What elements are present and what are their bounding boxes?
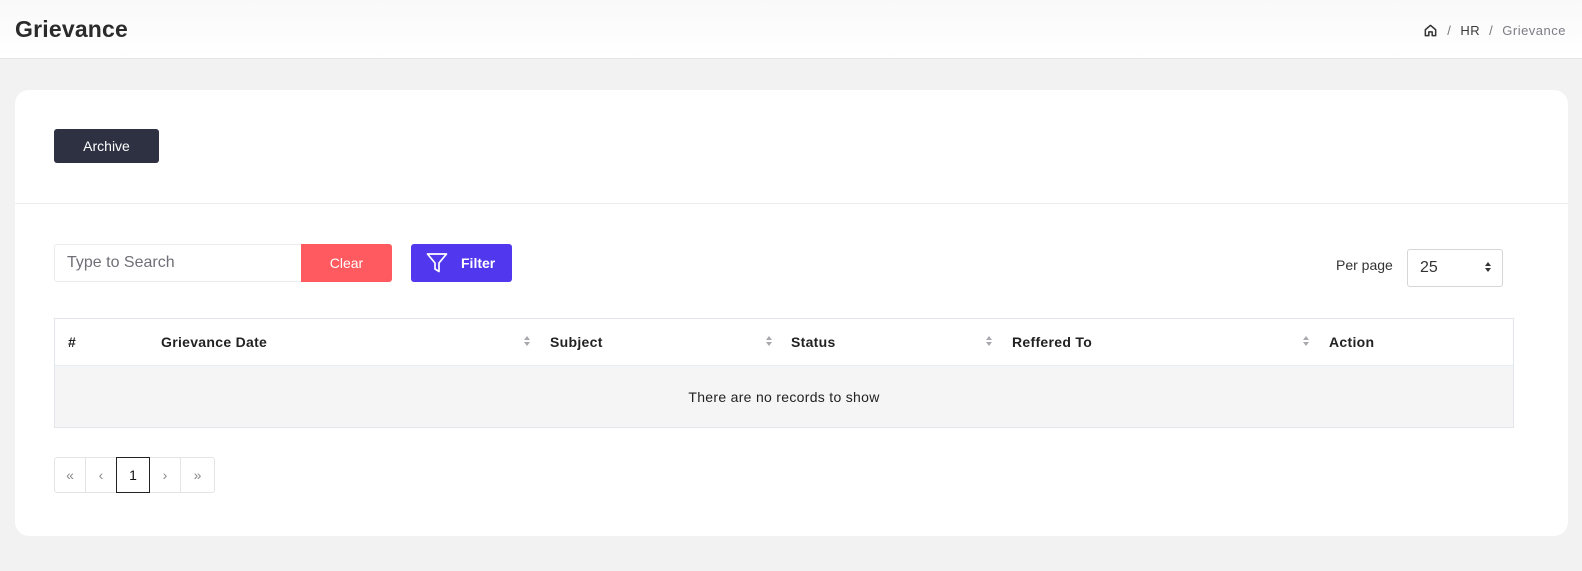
- select-arrows-icon: [1485, 262, 1491, 272]
- column-header-number: #: [68, 334, 77, 350]
- sort-icon[interactable]: [524, 336, 530, 346]
- home-icon[interactable]: [1423, 23, 1438, 38]
- prev-page-button[interactable]: ‹: [85, 457, 117, 493]
- breadcrumb-separator: /: [1447, 23, 1452, 38]
- sort-icon[interactable]: [766, 336, 772, 346]
- funnel-icon: [425, 251, 449, 275]
- first-page-button[interactable]: «: [54, 457, 86, 493]
- column-header-subject[interactable]: Subject: [550, 319, 603, 365]
- per-page-select[interactable]: 25: [1407, 249, 1503, 287]
- top-header: Grievance / HR / Grievance: [0, 0, 1582, 59]
- last-page-button[interactable]: »: [180, 457, 215, 493]
- filter-button[interactable]: Filter: [411, 244, 512, 282]
- column-header-reffered-to[interactable]: Reffered To: [1012, 319, 1092, 365]
- card-divider: [15, 203, 1568, 204]
- table-header: # Grievance Date Subject Status Reffered…: [55, 319, 1513, 366]
- sort-icon[interactable]: [1303, 336, 1309, 346]
- clear-button[interactable]: Clear: [301, 244, 392, 282]
- breadcrumb-item-hr[interactable]: HR: [1460, 23, 1480, 38]
- page-button-1[interactable]: 1: [116, 457, 150, 493]
- per-page-value: 25: [1420, 259, 1438, 276]
- column-header-grievance-date[interactable]: Grievance Date: [161, 319, 267, 365]
- grievance-table: # Grievance Date Subject Status Reffered…: [54, 318, 1514, 428]
- page-title: Grievance: [15, 16, 129, 42]
- per-page-label: Per page: [1336, 257, 1393, 273]
- search-input[interactable]: [54, 244, 302, 282]
- empty-message: There are no records to show: [55, 366, 1513, 427]
- column-header-action: Action: [1329, 334, 1375, 350]
- sort-icon[interactable]: [986, 336, 992, 346]
- archive-button[interactable]: Archive: [54, 129, 159, 163]
- next-page-button[interactable]: ›: [149, 457, 181, 493]
- pagination: « ‹ 1 › »: [54, 457, 215, 493]
- grievance-card: Archive Clear Filter Per page 25 # Griev…: [15, 90, 1568, 536]
- column-header-status[interactable]: Status: [791, 319, 836, 365]
- filter-label: Filter: [461, 255, 496, 271]
- breadcrumb-item-grievance: Grievance: [1502, 23, 1566, 38]
- breadcrumb: / HR / Grievance: [1423, 23, 1566, 38]
- breadcrumb-separator: /: [1489, 23, 1494, 38]
